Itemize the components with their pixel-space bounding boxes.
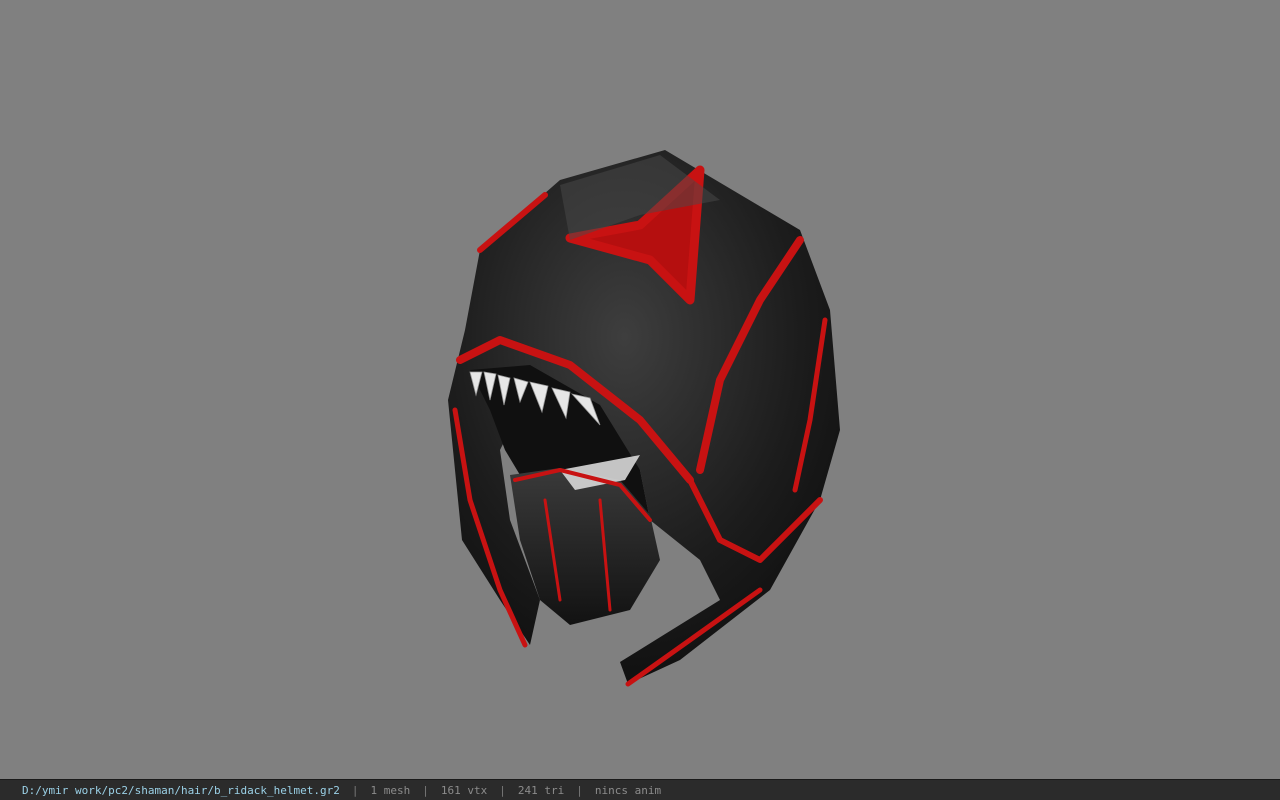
file-path: D:/ymir work/pc2/shaman/hair/b_ridack_he… <box>22 783 340 797</box>
separator: | <box>576 783 583 797</box>
helmet-model <box>448 150 840 687</box>
mesh-count: 1 mesh <box>370 783 411 797</box>
separator: | <box>422 783 429 797</box>
triangle-count: 241 tri <box>517 783 565 797</box>
status-bar: D:/ymir work/pc2/shaman/hair/b_ridack_he… <box>0 779 1280 800</box>
separator: | <box>351 783 359 797</box>
separator: | <box>499 783 506 797</box>
animation-status: nincs anim <box>594 783 662 797</box>
vertex-count: 161 vtx <box>440 783 488 797</box>
3d-viewport[interactable] <box>0 0 1280 779</box>
